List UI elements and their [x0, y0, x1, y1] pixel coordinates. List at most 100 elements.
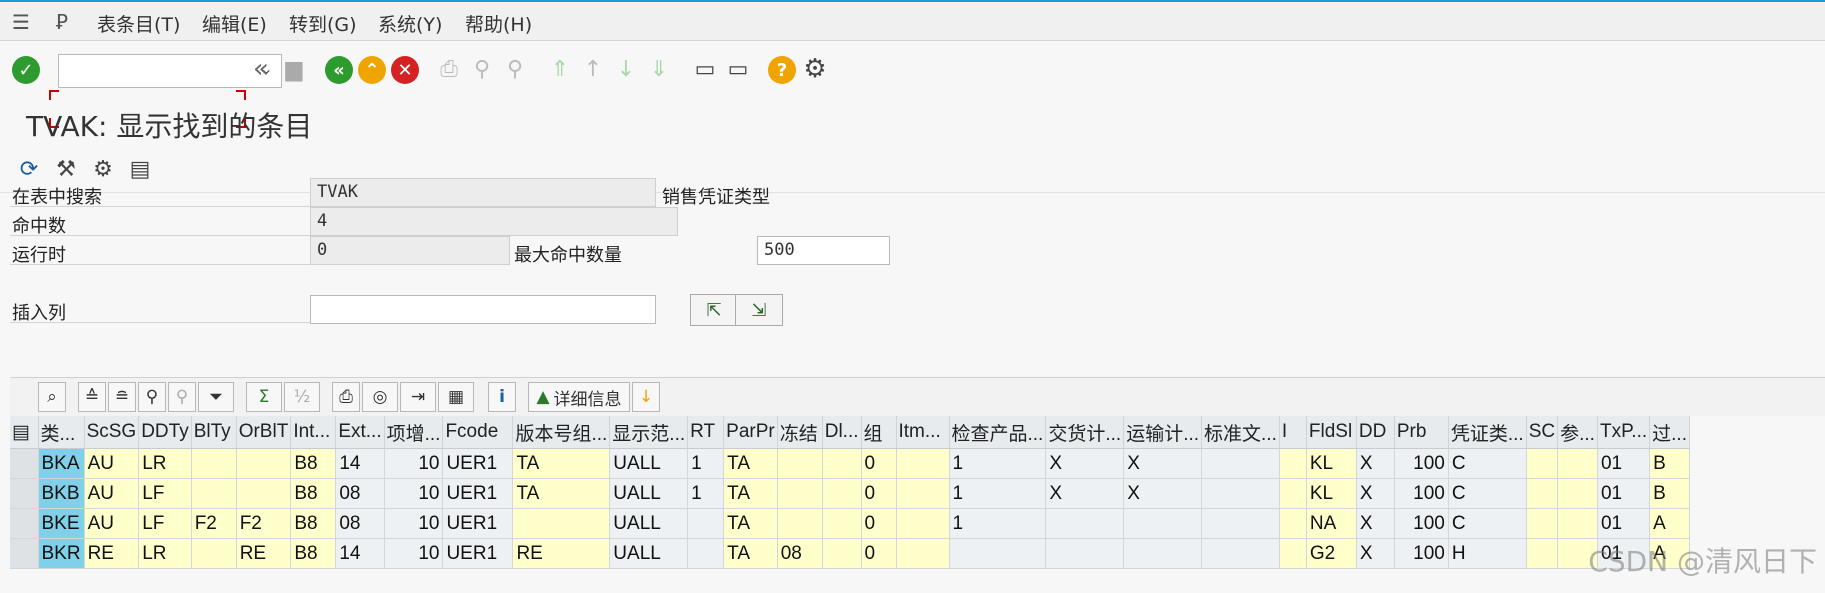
table-cell[interactable]: 0: [861, 508, 897, 539]
table-cell[interactable]: [1279, 448, 1307, 479]
table-cell[interactable]: B8: [290, 478, 337, 509]
subtotal-icon[interactable]: ½: [284, 382, 320, 412]
cancel-icon[interactable]: ✕: [391, 56, 419, 84]
table-row[interactable]: BKA AU LR B8 14 10 UER1 TA UALL 1 TA 0 1 X X KL X 100 C 01 B: [10, 448, 1690, 479]
table-cell[interactable]: TA: [723, 538, 778, 569]
column-header[interactable]: ScSG: [84, 416, 140, 449]
table-cell[interactable]: 08: [777, 538, 823, 569]
filter-icon[interactable]: ⏷: [198, 382, 234, 412]
table-cell[interactable]: [236, 478, 292, 509]
table-cell[interactable]: KL: [1306, 478, 1357, 509]
table-cell[interactable]: BKA: [38, 448, 85, 479]
table-cell[interactable]: [896, 478, 950, 509]
column-header[interactable]: 版本号组...: [512, 416, 611, 449]
table-cell[interactable]: 10: [384, 538, 444, 569]
column-header[interactable]: Int...: [290, 416, 337, 449]
next-page-icon[interactable]: ↓: [611, 54, 641, 84]
table-cell[interactable]: 100: [1394, 538, 1449, 569]
table-cell[interactable]: 100: [1394, 478, 1449, 509]
table-cell[interactable]: [1279, 478, 1307, 509]
table-cell[interactable]: 01: [1597, 448, 1651, 479]
table-cell[interactable]: 1: [687, 478, 725, 509]
table-cell[interactable]: BKE: [38, 508, 85, 539]
table-cell[interactable]: UER1: [442, 538, 514, 569]
menu-table-entry[interactable]: 表条目(T): [97, 10, 180, 37]
menu-edit[interactable]: 编辑(E): [202, 10, 267, 37]
table-cell[interactable]: B: [1649, 448, 1690, 479]
table-row[interactable]: BKE AU LF F2 F2 B8 08 10 UER1 UALL TA 0 1 NA X 100 C 01 A: [10, 508, 1690, 539]
column-header[interactable]: FldSl: [1306, 416, 1357, 449]
column-header[interactable]: 检查产品...: [949, 416, 1047, 449]
table-cell[interactable]: TA: [723, 478, 778, 509]
table-cell[interactable]: 01: [1597, 508, 1651, 539]
table-cell[interactable]: [896, 508, 950, 539]
table-cell[interactable]: 0: [861, 448, 897, 479]
layout-icon[interactable]: ▦: [438, 382, 474, 412]
table-cell[interactable]: [1123, 508, 1203, 539]
table-cell[interactable]: [1557, 478, 1598, 509]
table-cell[interactable]: BKR: [38, 538, 85, 569]
table-cell[interactable]: [191, 478, 237, 509]
table-cell[interactable]: X: [1045, 478, 1125, 509]
menu-system[interactable]: 系统(Y): [378, 10, 442, 37]
table-cell[interactable]: LR: [138, 538, 192, 569]
table-cell[interactable]: [1279, 508, 1307, 539]
table-cell[interactable]: LR: [138, 448, 192, 479]
table-cell[interactable]: X: [1356, 478, 1395, 509]
table-cell[interactable]: UALL: [609, 508, 689, 539]
table-cell[interactable]: UER1: [442, 448, 514, 479]
table-cell[interactable]: UALL: [609, 448, 689, 479]
table-cell[interactable]: AU: [84, 448, 140, 479]
table-cell[interactable]: 08: [335, 508, 385, 539]
table-cell[interactable]: [1526, 538, 1559, 569]
column-header[interactable]: Dl...: [822, 416, 862, 449]
menu-icon[interactable]: ☰: [12, 10, 30, 34]
table-cell[interactable]: BKB: [38, 478, 85, 509]
table-cell[interactable]: [1201, 538, 1280, 569]
save-icon[interactable]: ▆: [279, 54, 309, 84]
last-page-icon[interactable]: ⇓: [644, 54, 674, 84]
table-cell[interactable]: [1201, 448, 1280, 479]
table-cell[interactable]: X: [1045, 448, 1125, 479]
table-cell[interactable]: [822, 448, 862, 479]
table-cell[interactable]: 1: [949, 478, 1047, 509]
table-cell[interactable]: C: [1448, 508, 1527, 539]
insert-column-input[interactable]: [310, 295, 656, 324]
table-cell[interactable]: [687, 508, 725, 539]
table-cell[interactable]: [1526, 508, 1559, 539]
refresh-icon[interactable]: ⟳: [14, 154, 44, 184]
table-cell[interactable]: 0: [861, 538, 897, 569]
menu-goto[interactable]: 转到(G): [289, 10, 357, 37]
table-cell[interactable]: X: [1356, 508, 1395, 539]
table-cell[interactable]: [1045, 538, 1125, 569]
table-cell[interactable]: [236, 448, 292, 479]
table-cell[interactable]: 10: [384, 478, 444, 509]
table-cell[interactable]: 14: [335, 448, 385, 479]
sort-warning-icon[interactable]: ↓: [632, 382, 660, 412]
row-selector[interactable]: [10, 478, 39, 509]
table-cell[interactable]: F2: [236, 508, 292, 539]
table-cell[interactable]: [896, 448, 950, 479]
find-grid-icon[interactable]: ⚲: [138, 382, 166, 412]
table-cell[interactable]: UER1: [442, 478, 514, 509]
column-header[interactable]: 过...: [1649, 416, 1690, 449]
column-header[interactable]: ParPr: [723, 416, 778, 449]
table-cell[interactable]: 100: [1394, 508, 1449, 539]
column-header[interactable]: OrBlT: [236, 416, 292, 449]
table-cell[interactable]: C: [1448, 478, 1527, 509]
find-next-icon[interactable]: ⚲: [500, 54, 530, 84]
table-cell[interactable]: [949, 538, 1047, 569]
table-cell[interactable]: [1526, 448, 1559, 479]
table-cell[interactable]: UER1: [442, 508, 514, 539]
choose-detail-icon[interactable]: ⌕: [38, 382, 66, 412]
table-cell[interactable]: [1557, 448, 1598, 479]
column-header[interactable]: 交货计...: [1045, 416, 1125, 449]
export-icon[interactable]: ⇥: [400, 382, 436, 412]
find-icon[interactable]: ⚲: [467, 54, 497, 84]
table-cell[interactable]: B8: [290, 508, 337, 539]
table-cell[interactable]: A: [1649, 508, 1690, 539]
table-cell[interactable]: X: [1123, 448, 1203, 479]
column-header[interactable]: Fcode: [442, 416, 514, 449]
table-cell[interactable]: [896, 538, 950, 569]
table-cell[interactable]: RE: [84, 538, 140, 569]
